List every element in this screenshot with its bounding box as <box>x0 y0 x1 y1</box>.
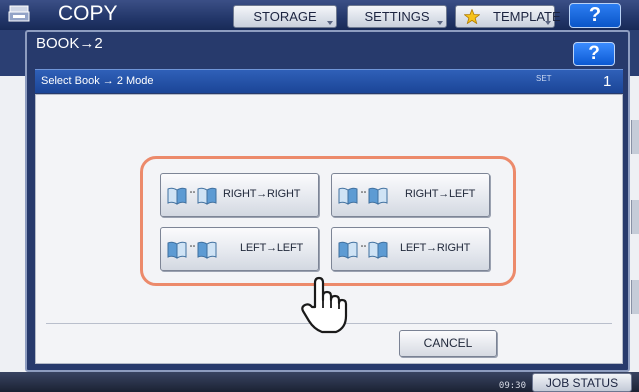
set-count: 1 <box>603 73 612 90</box>
book-mode-options-highlight: RIGHT→RIGHT RIGHT→LEFT LEFT→LEFT LEFT→RI… <box>140 156 516 286</box>
copy-machine-icon <box>8 5 30 22</box>
hand-pointer-icon <box>301 276 348 334</box>
cancel-button[interactable]: CANCEL <box>399 330 497 357</box>
ellipsis-icon <box>190 245 195 247</box>
open-book-icon <box>368 187 388 205</box>
dialog-title: BOOK→2 <box>36 35 103 52</box>
storage-tab[interactable]: STORAGE <box>233 5 337 28</box>
open-book-icon <box>167 187 187 205</box>
clock: 09:30 <box>470 372 526 392</box>
left-to-right-button[interactable]: LEFT→RIGHT <box>331 227 490 271</box>
dropdown-arrow-icon <box>437 21 443 25</box>
storage-tab-label: STORAGE <box>253 9 317 24</box>
option-label: RIGHT→RIGHT <box>223 188 301 200</box>
option-label: RIGHT→LEFT <box>405 188 476 200</box>
ellipsis-icon <box>361 191 366 193</box>
open-book-icon <box>338 241 358 259</box>
template-tab[interactable]: TEMPLATE <box>455 5 561 28</box>
option-label: LEFT→LEFT <box>240 242 303 254</box>
star-icon <box>464 9 480 24</box>
right-to-left-button[interactable]: RIGHT→LEFT <box>331 173 490 217</box>
dropdown-arrow-icon <box>327 21 333 25</box>
mode-bar: Select Book → 2 Mode SET 1 <box>35 69 623 93</box>
option-label: LEFT→RIGHT <box>400 242 471 254</box>
ellipsis-icon <box>190 191 195 193</box>
open-book-icon <box>338 187 358 205</box>
open-book-icon <box>197 187 217 205</box>
side-tab[interactable] <box>631 200 639 234</box>
settings-tab-label: SETTINGS <box>364 9 430 24</box>
side-tab[interactable] <box>631 120 639 154</box>
set-label: SET <box>536 74 552 83</box>
dialog-help-button[interactable]: ? <box>573 42 615 66</box>
dropdown-arrow-icon <box>545 21 551 25</box>
open-book-icon <box>197 241 217 259</box>
open-book-icon <box>167 241 187 259</box>
job-status-button[interactable]: JOB STATUS <box>532 373 632 392</box>
mode-label: Select Book → 2 Mode <box>41 75 154 87</box>
left-to-left-button[interactable]: LEFT→LEFT <box>160 227 319 271</box>
ellipsis-icon <box>361 245 366 247</box>
copy-title: COPY <box>58 2 118 25</box>
settings-tab[interactable]: SETTINGS <box>347 5 447 28</box>
right-to-right-button[interactable]: RIGHT→RIGHT <box>160 173 319 217</box>
time-text: 09:30 <box>498 381 526 391</box>
main-help-button[interactable]: ? <box>569 3 621 28</box>
open-book-icon <box>368 241 388 259</box>
side-tab[interactable] <box>631 280 639 314</box>
